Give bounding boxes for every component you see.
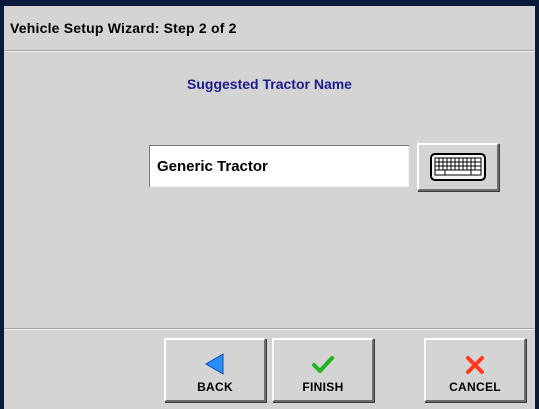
back-label: BACK [197,380,233,394]
back-button[interactable]: BACK [164,338,266,402]
cancel-button[interactable]: CANCEL [424,338,526,402]
cancel-label: CANCEL [449,380,501,394]
finish-label: FINISH [302,380,344,394]
tractor-name-input[interactable] [149,145,409,187]
divider-top [4,50,535,52]
checkmark-icon [312,356,334,373]
divider-bottom [4,328,535,330]
keyboard-button[interactable] [417,143,499,191]
keyboard-icon [430,153,486,181]
wizard-window: Vehicle Setup Wizard: Step 2 of 2 Sugges… [4,6,535,409]
window-title: Vehicle Setup Wizard: Step 2 of 2 [10,20,237,36]
page-heading: Suggested Tractor Name [187,76,352,92]
finish-button[interactable]: FINISH [272,338,374,402]
x-icon [466,356,484,374]
arrow-left-icon [205,353,224,375]
title-bar: Vehicle Setup Wizard: Step 2 of 2 [4,6,535,50]
